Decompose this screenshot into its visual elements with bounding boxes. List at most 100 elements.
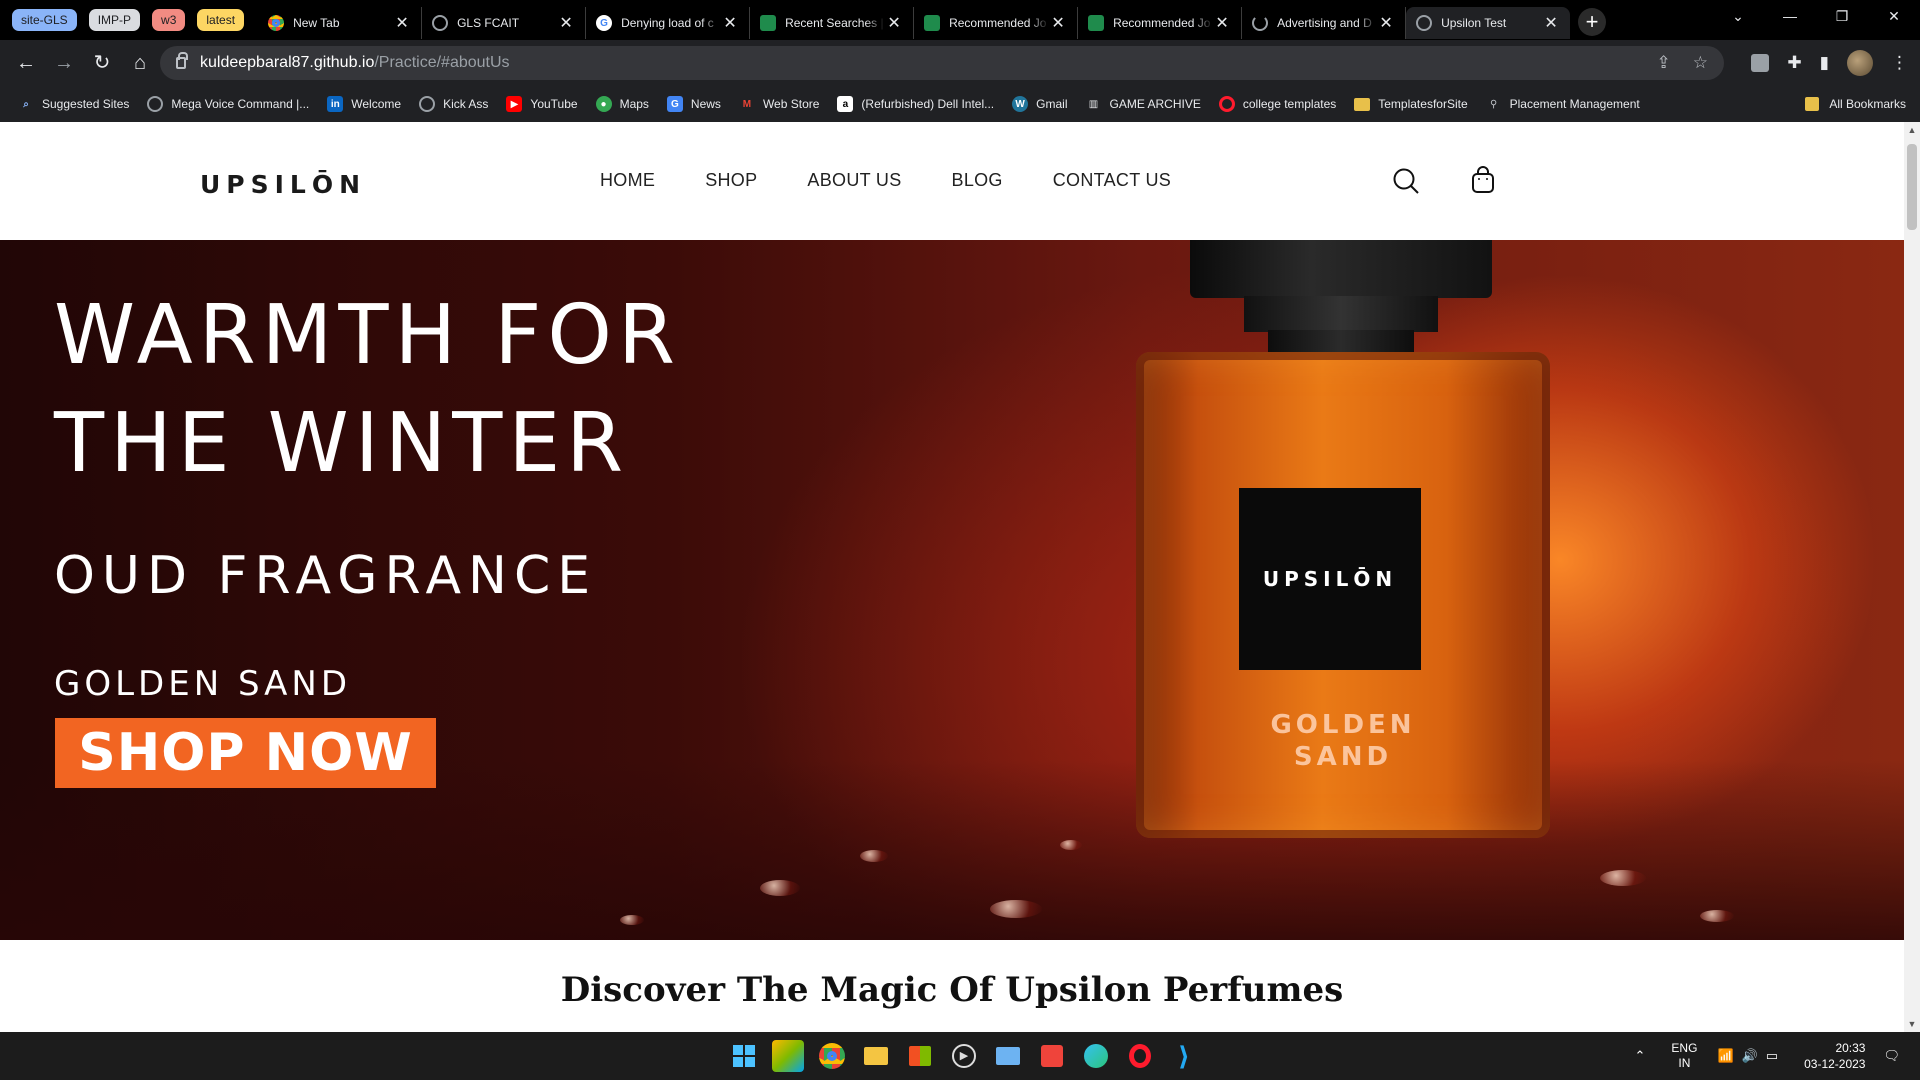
bookmark[interactable]: G News (666, 96, 721, 112)
bookmark-star-icon[interactable]: ☆ (1693, 53, 1708, 73)
site-logo[interactable]: UPSILŌN (200, 170, 366, 199)
close-window-icon[interactable]: ✕ (1868, 0, 1920, 34)
search-icon[interactable] (1393, 168, 1419, 194)
tab-group-chip[interactable]: site-GLS (12, 9, 77, 31)
menu-icon[interactable]: ⋮ (1891, 53, 1908, 73)
browser-tab-active[interactable]: Upsilon Test ✕ (1406, 7, 1571, 39)
bookmark[interactable]: ⌕ Suggested Sites (18, 96, 129, 112)
bookmark-label: Web Store (762, 97, 820, 111)
avatar[interactable] (1847, 50, 1873, 76)
close-icon[interactable]: ✕ (1377, 13, 1395, 33)
windows-start-icon[interactable] (728, 1040, 760, 1072)
nav-contact-us[interactable]: CONTACT US (1053, 170, 1171, 191)
close-icon[interactable]: ✕ (721, 13, 739, 33)
tray-overflow-icon[interactable]: ⌃ (1635, 1048, 1654, 1064)
language-indicator[interactable]: ENG IN (1671, 1041, 1697, 1071)
back-icon[interactable]: ← (8, 45, 44, 81)
shop-now-button[interactable]: SHOP NOW (55, 718, 436, 788)
minimize-icon[interactable]: — (1764, 0, 1816, 34)
shopping-bag-icon[interactable] (1471, 166, 1495, 194)
wordpress-icon: W (1012, 96, 1029, 112)
page-scrollbar[interactable]: ▲ ▼ (1904, 122, 1920, 1032)
opera-icon[interactable] (1124, 1040, 1156, 1072)
bookmark[interactable]: W Gmail (1012, 96, 1068, 112)
chrome-icon (268, 15, 285, 31)
anydesk-icon[interactable] (1036, 1040, 1068, 1072)
extension-icon[interactable] (1751, 54, 1770, 72)
bookmark[interactable]: M Web Store (739, 96, 820, 112)
browser-tab[interactable]: New Tab ✕ (258, 7, 423, 39)
notification-icon[interactable]: 🗨 (1883, 1048, 1908, 1064)
edge-icon[interactable] (1080, 1040, 1112, 1072)
hero-product-name: GOLDEN SAND (54, 664, 352, 704)
clock[interactable]: 20:33 03-12-2023 (1804, 1040, 1865, 1072)
media-player-icon[interactable]: ▶ (948, 1040, 980, 1072)
tab-title: Upsilon Test (1441, 16, 1507, 30)
bottle-brand: UPSILŌN (1262, 567, 1398, 591)
puzzle-icon[interactable]: ✚ (1787, 53, 1801, 73)
vscode-icon[interactable]: ⟩ (1168, 1040, 1200, 1072)
reload-icon[interactable]: ↻ (84, 45, 120, 81)
water-drop (760, 880, 800, 896)
nav-shop[interactable]: SHOP (705, 170, 757, 191)
bookmark[interactable]: college templates (1218, 96, 1337, 112)
close-icon[interactable]: ✕ (557, 13, 575, 33)
store-icon[interactable] (904, 1040, 936, 1072)
photos-icon[interactable] (992, 1040, 1024, 1072)
hero-heading-line1: WARMTH FOR (54, 288, 681, 383)
tab-group-chip[interactable]: w3 (152, 9, 186, 31)
bookmark-label: TemplatesforSite (1378, 97, 1468, 111)
restore-icon[interactable]: ❐ (1816, 0, 1868, 34)
close-icon[interactable]: ✕ (1213, 13, 1231, 33)
browser-tab[interactable]: Recent Searches | ✕ (750, 7, 915, 39)
bookmark[interactable]: Kick Ass (419, 96, 488, 112)
tab-group-chip[interactable]: latest (197, 9, 245, 31)
close-icon[interactable]: ✕ (393, 13, 411, 33)
bookmark-label: college templates (1242, 97, 1337, 111)
share-icon[interactable]: ⇪ (1657, 53, 1671, 73)
close-icon[interactable]: ✕ (885, 13, 903, 33)
close-icon[interactable]: ✕ (1049, 13, 1067, 33)
nav-blog[interactable]: BLOG (952, 170, 1003, 191)
network-volume-battery-icons[interactable]: 📶🔊▭ (1717, 1048, 1786, 1064)
bookmark[interactable]: ▥ GAME ARCHIVE (1086, 96, 1201, 112)
bookmark-label: Welcome (351, 97, 402, 111)
youtube-icon: ▶ (506, 96, 523, 112)
tab-group-chip[interactable]: IMP-P (88, 9, 141, 31)
nav-about-us[interactable]: ABOUT US (807, 170, 901, 191)
scroll-up-icon[interactable]: ▲ (1904, 122, 1920, 138)
close-icon[interactable]: ✕ (1542, 13, 1560, 33)
bookmark[interactable]: ▶ YouTube (506, 96, 578, 112)
lock-icon[interactable] (176, 52, 188, 69)
forward-icon[interactable]: → (46, 45, 82, 81)
bookmark[interactable]: a (Refurbished) Dell Intel... (837, 96, 994, 112)
browser-tab[interactable]: Recommended Jo ✕ (1078, 7, 1243, 39)
widgets-icon[interactable] (772, 1040, 804, 1072)
bookmark[interactable]: Mega Voice Command |... (147, 96, 309, 112)
bookmark[interactable]: ● Maps (595, 96, 649, 112)
water-drop (1600, 870, 1646, 886)
browser-tab[interactable]: GLS FCAIT ✕ (422, 7, 587, 39)
tab-strip: site-GLS IMP-P w3 latest New Tab ✕ GLS F… (0, 0, 1920, 40)
bookmark[interactable]: in Welcome (327, 96, 401, 112)
globe-icon (1416, 15, 1433, 31)
home-icon[interactable]: ⌂ (122, 45, 158, 81)
scroll-down-icon[interactable]: ▼ (1904, 1016, 1920, 1032)
chrome-icon[interactable] (816, 1040, 848, 1072)
file-explorer-icon[interactable] (860, 1040, 892, 1072)
new-tab-button[interactable]: + (1578, 8, 1607, 36)
bottle-label: UPSILŌN (1239, 488, 1421, 670)
address-bar[interactable]: kuldeepbaral87.github.io/Practice/#about… (160, 46, 1724, 80)
bookmark[interactable]: ⚲ Placement Management (1486, 96, 1640, 112)
all-bookmarks[interactable]: All Bookmarks (1805, 86, 1906, 122)
bookmark[interactable]: TemplatesforSite (1354, 97, 1468, 111)
tab-search-icon[interactable]: ⌄ (1712, 0, 1764, 34)
browser-tab[interactable]: Advertising and D ✕ (1242, 7, 1407, 39)
nav-home[interactable]: HOME (600, 170, 655, 191)
browser-tab[interactable]: Recommended Jo ✕ (914, 7, 1079, 39)
side-panel-icon[interactable]: ▮ (1820, 53, 1829, 73)
loading-icon (1252, 15, 1269, 31)
scrollbar-thumb[interactable] (1907, 144, 1917, 230)
site-header: UPSILŌN HOME SHOP ABOUT US BLOG CONTACT … (0, 122, 1904, 240)
browser-tab[interactable]: G Denying load of c ✕ (586, 7, 751, 39)
